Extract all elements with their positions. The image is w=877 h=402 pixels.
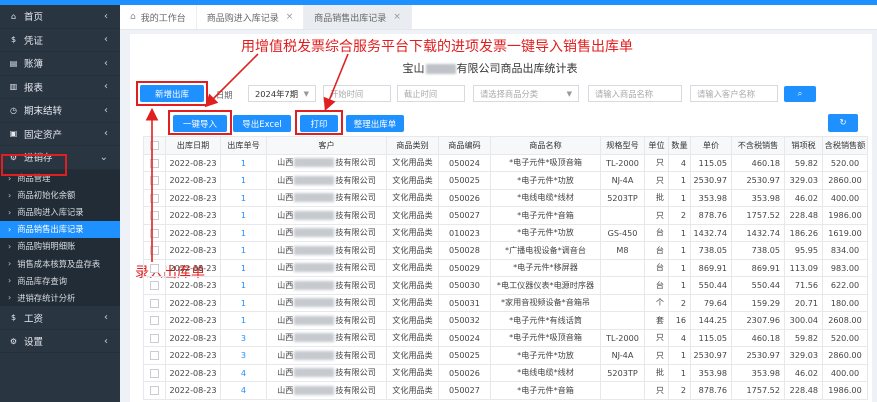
arrow-to-print [323,53,349,111]
arrow-to-import [204,53,259,108]
annotation-arrows [145,53,349,262]
